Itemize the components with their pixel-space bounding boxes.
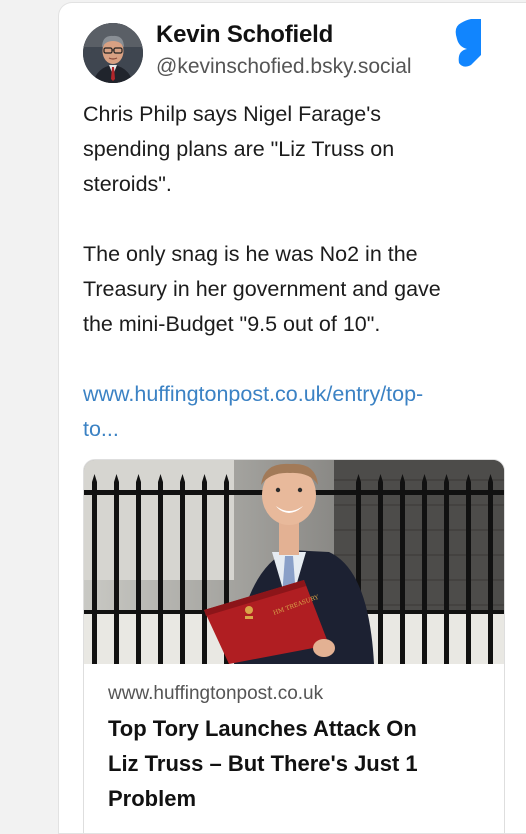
post-text-line: steroids". — [83, 172, 172, 196]
author-name[interactable]: Kevin Schofield — [156, 21, 333, 49]
link-preview-title-line[interactable]: Top Tory Launches Attack On — [108, 711, 448, 746]
link-preview-title[interactable]: Top Tory Launches Attack On Liz Truss – … — [108, 711, 448, 816]
bluesky-butterfly-icon[interactable] — [447, 18, 481, 69]
post-link-line[interactable]: to... — [83, 412, 423, 447]
link-preview-card[interactable]: HM TREASURY www.huffingtonpost.co.uk Top… — [83, 459, 505, 833]
post-link-line[interactable]: www.huffingtonpost.co.uk/entry/top- — [83, 377, 423, 412]
avatar[interactable] — [83, 23, 143, 83]
post-link[interactable]: www.huffingtonpost.co.uk/entry/top- to..… — [83, 377, 423, 447]
post-card[interactable]: Kevin Schofield @kevinschofied.bsky.soci… — [58, 2, 526, 834]
link-preview-title-line[interactable]: Problem — [108, 781, 448, 816]
post-text-line: Treasury in her government and gave — [83, 277, 441, 301]
post-text-line: Chris Philp says Nigel Farage's — [83, 102, 382, 126]
link-preview-image[interactable]: HM TREASURY — [84, 460, 504, 664]
post-text-line: the mini-Budget "9.5 out of 10". — [83, 312, 381, 336]
post-text: Chris Philp says Nigel Farage's spending… — [83, 97, 503, 342]
post-text-line: The only snag is he was No2 in the — [83, 242, 418, 266]
link-preview-domain: www.huffingtonpost.co.uk — [108, 683, 324, 704]
author-handle[interactable]: @kevinschofied.bsky.social — [156, 55, 412, 79]
link-preview-title-line[interactable]: Liz Truss – But There's Just 1 — [108, 746, 448, 781]
post-text-line: spending plans are "Liz Truss on — [83, 137, 395, 161]
